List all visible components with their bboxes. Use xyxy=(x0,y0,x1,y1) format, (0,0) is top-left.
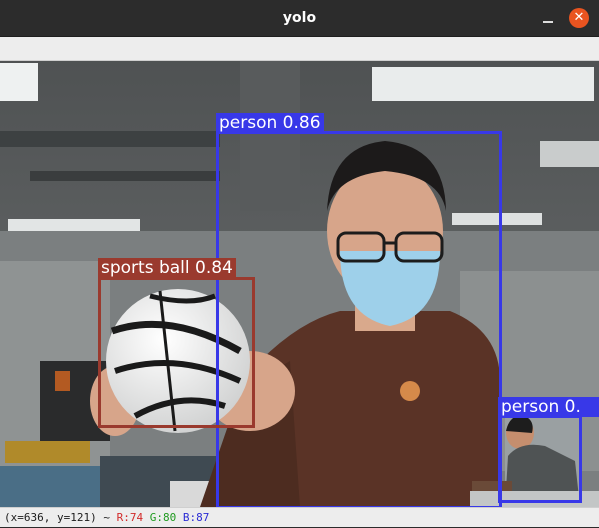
minimize-icon xyxy=(543,21,553,23)
minimize-button[interactable] xyxy=(538,8,558,28)
status-bar: (x=636, y=121) ~ R:74 G:80 B:87 xyxy=(0,507,599,527)
close-icon: ✕ xyxy=(573,10,585,25)
detection-box-sports-ball xyxy=(98,277,255,428)
cursor-coordinates: (x=636, y=121) ~ xyxy=(4,511,110,524)
detection-label-sports-ball: sports ball 0.84 xyxy=(98,258,236,278)
detection-box-person xyxy=(216,131,502,507)
detection-label-person-2: person 0. xyxy=(498,397,599,417)
pixel-blue-value: B:87 xyxy=(182,511,210,524)
toolbar xyxy=(0,37,599,61)
title-bar: yolo ✕ xyxy=(0,0,599,37)
pixel-red-value: R:74 xyxy=(116,511,144,524)
video-frame: person 0.86 sports ball 0.84 person 0. xyxy=(0,61,599,507)
detection-label-person: person 0.86 xyxy=(216,113,324,133)
window-title: yolo xyxy=(282,10,317,26)
detection-box-person-2 xyxy=(498,415,582,503)
close-button[interactable]: ✕ xyxy=(569,8,589,28)
pixel-green-value: G:80 xyxy=(149,511,177,524)
